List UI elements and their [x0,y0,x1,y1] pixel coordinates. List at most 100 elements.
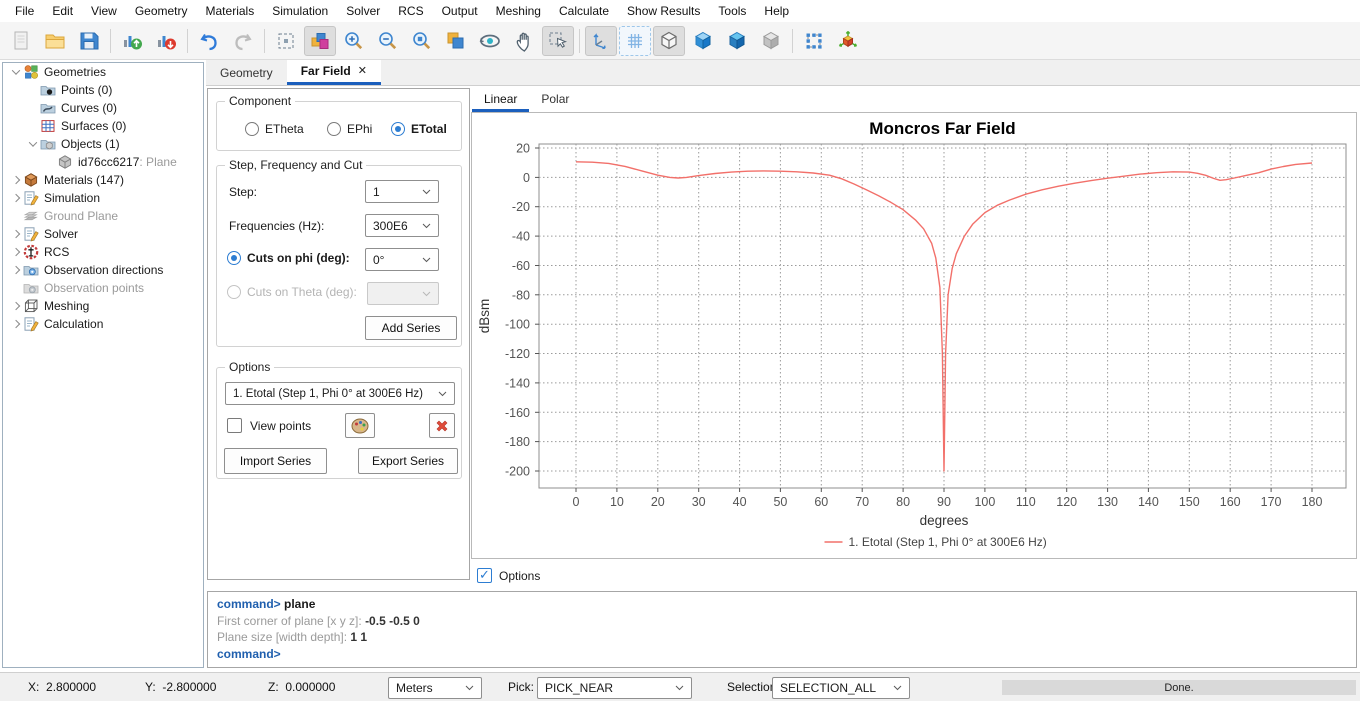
tree-item-objects-1[interactable]: Objects (1) [3,135,203,153]
tree-item-observation-points[interactable]: Observation points [3,279,203,297]
far-field-chart: 0 10 20 30 40 50 60 70 80 90 100 110 120 130 140 150 160… [471,112,1357,559]
tree-item-id76cc6217[interactable]: id76cc6217 : Plane [3,153,203,171]
cuts-on-phi-radio[interactable]: Cuts on phi (deg): [227,251,350,265]
tab-linear[interactable]: Linear [472,88,530,112]
tree-item-observation-directions[interactable]: Observation directions [3,261,203,279]
menu-item-file[interactable]: File [6,0,43,22]
tree-item-materials-147[interactable]: Materials (147) [3,171,203,189]
menu-item-calculate[interactable]: Calculate [550,0,618,22]
import-series-button[interactable]: Import Series [224,448,327,474]
menu-item-output[interactable]: Output [433,0,487,22]
step-select[interactable]: 1 [365,180,439,203]
toolbar-selection-handles-button[interactable] [798,26,830,56]
toolbar-zoom-out-button[interactable] [372,26,404,56]
cuts-on-theta-radio[interactable]: Cuts on Theta (deg): [227,285,357,299]
chevron-right-icon[interactable] [9,317,23,331]
tree-item-label: Calculation [44,317,104,331]
menu-item-view[interactable]: View [82,0,126,22]
toolbar-undo-button[interactable] [193,26,225,56]
tree-item-solver[interactable]: Solver [3,225,203,243]
menu-item-geometry[interactable]: Geometry [126,0,197,22]
toolbar-grid-button[interactable] [619,25,651,56]
tree-item-ground-plane[interactable]: Ground Plane [3,207,203,225]
tree-item-surfaces-0[interactable]: Surfaces (0) [3,117,203,135]
menu-item-tools[interactable]: Tools [709,0,755,22]
selection-select[interactable]: SELECTION_ALL [772,677,910,699]
etheta-radio-circle [245,122,259,136]
toolbar-orientation-axes-button[interactable] [832,26,864,56]
chevron-down-icon[interactable] [9,65,23,79]
tree-item-simulation[interactable]: Simulation [3,189,203,207]
toolbar-wireframe-view-button[interactable] [653,25,685,56]
toolbar-shaded-view-button[interactable] [721,26,753,56]
delete-series-button[interactable] [429,413,455,438]
command-console[interactable]: command> plane First corner of plane [x y… [207,591,1357,668]
toolbar-select-button[interactable] [542,25,574,56]
tree-item-calculation[interactable]: Calculation [3,315,203,333]
tree-item-meshing[interactable]: Meshing [3,297,203,315]
tree-item-points-0[interactable]: Points (0) [3,81,203,99]
toolbar-zoom-window-button[interactable] [406,26,438,56]
pick-select[interactable]: PICK_NEAR [537,677,692,699]
series-select[interactable]: 1. Etotal (Step 1, Phi 0° at 300E6 Hz) [225,382,455,405]
tab-geometry[interactable]: Geometry [206,60,287,85]
tree-item-geometries[interactable]: Geometries [3,63,203,81]
toolbar-open-file-button[interactable] [39,26,71,56]
menu-item-help[interactable]: Help [755,0,798,22]
etheta-radio[interactable]: ETheta [245,122,304,136]
etotal-radio[interactable]: ETotal [391,122,447,136]
tree-item-rcs[interactable]: RCS [3,243,203,261]
svg-text:Moncros Far Field: Moncros Far Field [869,119,1015,138]
svg-text:-160: -160 [505,406,530,420]
options-checkbox[interactable]: Options [477,567,540,583]
menu-item-show-results[interactable]: Show Results [618,0,709,22]
toolbar-save-button[interactable] [73,26,105,56]
toolbar-axes-button[interactable] [585,25,617,56]
menu-item-simulation[interactable]: Simulation [263,0,337,22]
ephi-radio[interactable]: EPhi [327,122,372,136]
series-color-button[interactable] [345,413,375,438]
toolbar-render-cubes-button[interactable] [304,25,336,56]
chevron-right-icon[interactable] [9,191,23,205]
menu-item-solver[interactable]: Solver [337,0,389,22]
toolbar-solid-view-button[interactable] [687,26,719,56]
cuts-on-theta-select[interactable] [367,282,439,305]
cuts-on-phi-select[interactable]: 0° [365,248,439,271]
console-prompt: command> [217,597,281,611]
toolbar-fit-view-button[interactable] [270,26,302,56]
units-select[interactable]: Meters [388,677,482,699]
tab-polar-label: Polar [541,92,570,106]
chevron-down-icon[interactable] [26,137,40,151]
toolbar-import-series-button[interactable] [116,26,148,56]
chevron-right-icon[interactable] [9,227,23,241]
toolbar-hidden-view-button[interactable] [755,26,787,56]
toolbar-orbit-button[interactable] [474,26,506,56]
menu-item-materials[interactable]: Materials [197,0,264,22]
menu-item-rcs[interactable]: RCS [389,0,432,22]
toolbar-zoom-in-button[interactable] [338,26,370,56]
chevron-right-icon[interactable] [9,299,23,313]
close-icon[interactable]: ✕ [358,65,367,77]
menu-item-edit[interactable]: Edit [43,0,82,22]
tree-item-label: Geometries [44,65,107,79]
toolbar-export-series-button[interactable] [150,26,182,56]
tree-item-curves-0[interactable]: Curves (0) [3,99,203,117]
toolbar-pan-button[interactable] [508,26,540,56]
tab-far-field[interactable]: Far Field ✕ [286,60,381,85]
progress-bar: Done. [1002,680,1356,695]
toolbar [0,22,1360,60]
frequencies-select[interactable]: 300E6 [365,214,439,237]
toolbar-new-document-button[interactable] [5,26,37,56]
chevron-right-icon[interactable] [9,173,23,187]
toolbar-overlap-squares-button[interactable] [440,26,472,56]
view-points-checkbox[interactable]: View points [227,418,311,433]
tab-polar[interactable]: Polar [529,88,581,112]
toolbar-redo-button[interactable] [227,26,259,56]
frequencies-select-value: 300E6 [373,218,408,233]
obs-pt-icon [23,280,40,296]
export-series-button[interactable]: Export Series [358,448,458,474]
chevron-right-icon[interactable] [9,263,23,277]
chevron-right-icon[interactable] [9,245,23,259]
menu-item-meshing[interactable]: Meshing [487,0,550,22]
add-series-button[interactable]: Add Series [365,316,457,340]
